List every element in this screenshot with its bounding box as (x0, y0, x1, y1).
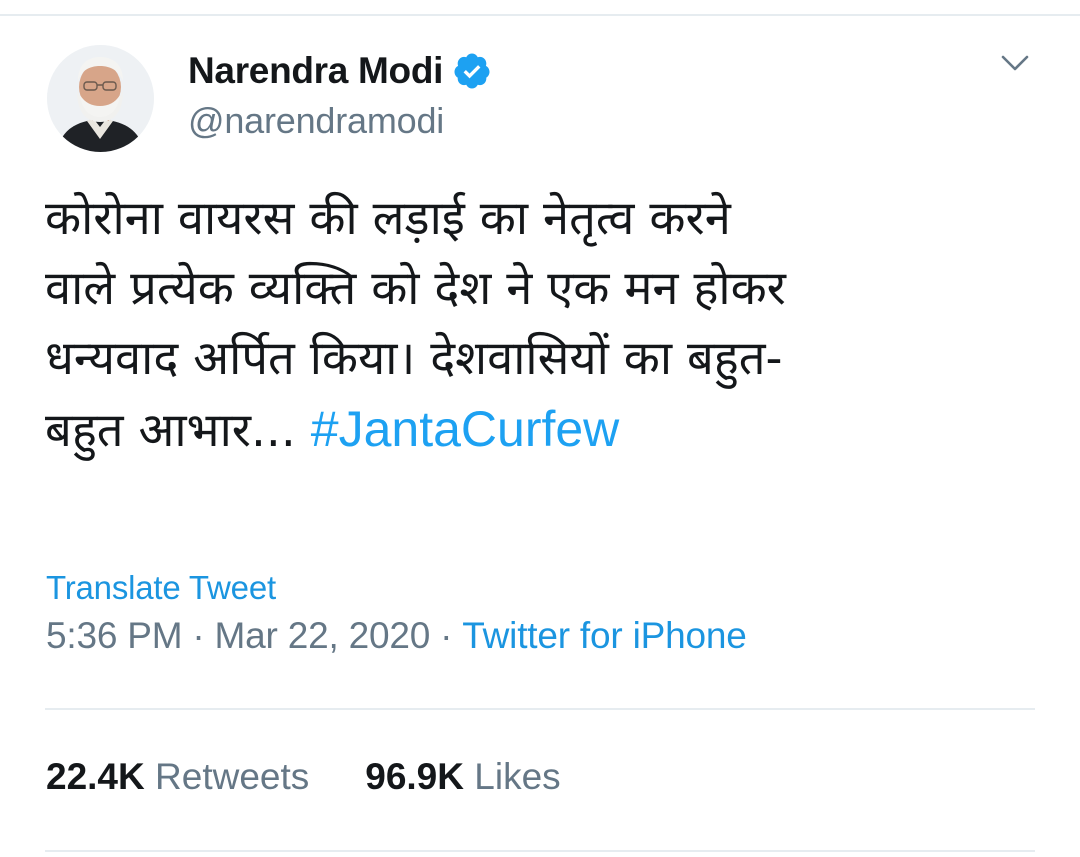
likes-label: Likes (474, 756, 561, 797)
avatar[interactable] (47, 45, 154, 152)
tweet-source-link[interactable]: Twitter for iPhone (462, 615, 747, 656)
tweet-text-line: धन्यवाद अर्पित किया। देशवासियों का बहुत- (45, 331, 783, 386)
tweet-text-line: वाले प्रत्येक व्यक्ति को देश ने एक मन हो… (45, 261, 786, 316)
retweets-label: Retweets (155, 756, 310, 797)
tweet-text: कोरोना वायरस की लड़ाई का नेतृत्व करने वा… (45, 184, 1035, 466)
verified-badge-icon (454, 53, 490, 89)
tweet-date: Mar 22, 2020 (214, 615, 431, 656)
translate-tweet-link[interactable]: Translate Tweet (46, 569, 276, 607)
retweets-stat[interactable]: 22.4K Retweets (46, 756, 309, 797)
hashtag-link[interactable]: #JantaCurfew (311, 401, 620, 457)
tweet-text-line: बहुत आभार... (45, 403, 296, 458)
tweet-text-line: कोरोना वायरस की लड़ाई का नेतृत्व करने (45, 191, 731, 246)
likes-count: 96.9K (365, 756, 464, 797)
author-name-row[interactable]: Narendra Modi (188, 49, 492, 93)
author-display-name[interactable]: Narendra Modi (188, 50, 443, 92)
meta-separator: · (192, 615, 205, 656)
top-divider (0, 14, 1080, 16)
tweet-detail-view: Narendra Modi @narendramodi कोरोना वायरस… (0, 0, 1080, 857)
meta-separator: · (440, 615, 453, 656)
tweet-stats-row: 22.4K Retweets 96.9K Likes (46, 756, 561, 798)
stats-bottom-divider (45, 850, 1035, 852)
tweet-time: 5:36 PM (46, 615, 183, 656)
avatar-portrait-icon (47, 45, 154, 152)
tweet-meta-row: 5:36 PM · Mar 22, 2020 · Twitter for iPhone (46, 615, 747, 657)
chevron-down-icon[interactable] (999, 52, 1031, 74)
author-handle[interactable]: @narendramodi (188, 100, 444, 142)
retweets-count: 22.4K (46, 756, 145, 797)
likes-stat[interactable]: 96.9K Likes (365, 756, 560, 797)
stats-top-divider (45, 708, 1035, 710)
